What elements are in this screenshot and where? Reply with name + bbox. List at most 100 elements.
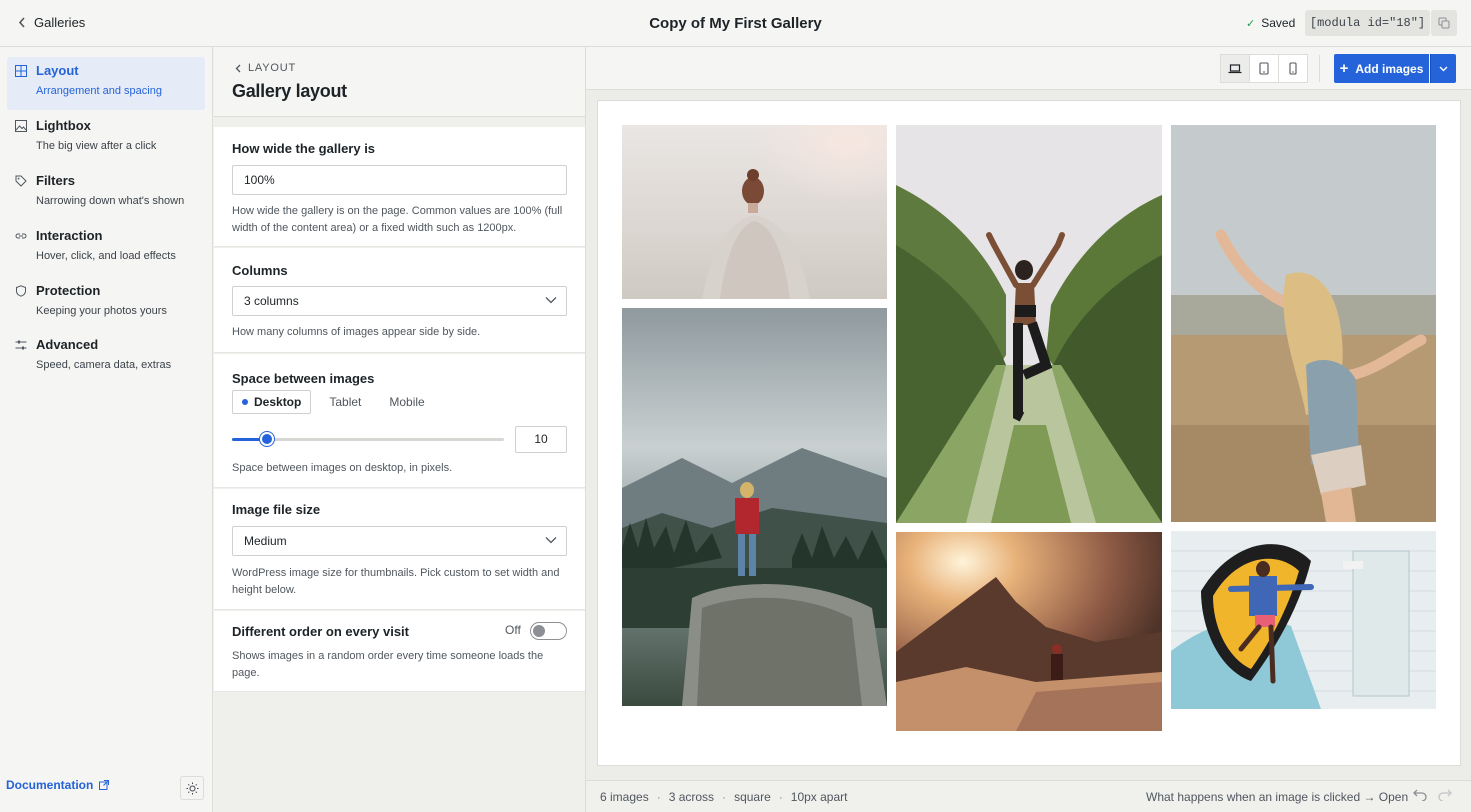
chevron-left-icon (235, 64, 241, 72)
settings-sidebar: Layout Arrangement and spacing Lightbox … (0, 47, 213, 812)
gallery-image[interactable] (622, 125, 887, 299)
sidebar-item-protection[interactable]: Protection Keeping your photos yours (7, 277, 205, 330)
stat-separator: · (656, 790, 661, 804)
width-input[interactable]: 100% (232, 165, 567, 195)
sidebar-item-desc: Narrowing down what's shown (36, 195, 185, 207)
chevron-down-icon (545, 297, 557, 304)
spacing-slider[interactable] (232, 432, 504, 446)
stat-separator: · (722, 790, 727, 804)
documentation-link[interactable]: Documentation (6, 778, 110, 792)
width-setting-card: How wide the gallery is 100% How wide th… (214, 127, 585, 247)
click-behavior-link[interactable]: What happens when an image is clicked → … (1146, 790, 1408, 804)
sidebar-item-label: Layout (36, 63, 79, 78)
shield-icon (16, 285, 26, 297)
preview-toolbar: + Add images (586, 47, 1471, 90)
columns-help: How many columns of images appear side b… (232, 326, 481, 338)
filesize-setting-card: Image file size Medium WordPress image s… (214, 489, 585, 610)
mural-jump-photo (1171, 531, 1436, 709)
theme-toggle-button[interactable] (180, 776, 204, 800)
spacing-number-input[interactable]: 10 (515, 426, 567, 453)
top-bar: Galleries Copy of My First Gallery ✓ Sav… (0, 0, 1471, 47)
toolbar-divider (1319, 55, 1320, 82)
breadcrumb[interactable]: LAYOUT (235, 62, 296, 74)
sidebar-item-filters[interactable]: Filters Narrowing down what's shown (7, 167, 205, 220)
back-label: Galleries (34, 15, 86, 30)
tablet-view-button[interactable] (1249, 54, 1279, 83)
tab-tablet[interactable]: Tablet (319, 390, 371, 414)
sidebar-item-lightbox[interactable]: Lightbox The big view after a click (7, 112, 205, 165)
gallery-stats: 6 images · 3 across · square · 10px apar… (600, 790, 847, 804)
laptop-icon (1228, 63, 1242, 73)
filesize-select[interactable]: Medium (232, 526, 567, 556)
spacing-label: Space between images (232, 371, 375, 386)
grid-icon (15, 65, 27, 77)
gallery-image[interactable] (896, 532, 1162, 731)
sidebar-item-desc: The big view after a click (36, 140, 157, 152)
sun-icon (186, 782, 198, 794)
stat-spacing: 10px apart (790, 790, 848, 804)
add-images-menu-button[interactable] (1430, 54, 1456, 83)
gallery-image[interactable] (896, 125, 1162, 523)
gallery-canvas (597, 100, 1461, 766)
sidebar-item-label: Protection (36, 283, 101, 298)
redo-icon (1438, 789, 1452, 802)
random-order-label: Different order on every visit (232, 624, 409, 639)
shortcode-field[interactable]: [modula id="18"] (1305, 10, 1430, 36)
chevron-down-icon (1439, 66, 1448, 71)
tab-mobile[interactable]: Mobile (379, 390, 434, 414)
filesize-value: Medium (244, 534, 287, 548)
copy-shortcode-button[interactable] (1431, 10, 1457, 36)
panel-header: LAYOUT Gallery layout (214, 47, 585, 117)
gallery-image[interactable] (1171, 531, 1436, 709)
width-label: How wide the gallery is (232, 141, 376, 156)
chevron-down-icon (545, 537, 557, 544)
sidebar-item-label: Lightbox (36, 118, 91, 133)
active-dot-icon (242, 399, 248, 405)
sidebar-item-desc: Keeping your photos yours (36, 305, 167, 317)
desktop-view-button[interactable] (1220, 54, 1250, 83)
image-icon (15, 120, 27, 132)
settings-panel: LAYOUT Gallery layout How wide the galle… (214, 47, 585, 812)
sunset-mountain-viewer-photo (896, 532, 1162, 731)
stat-image-count: 6 images (600, 790, 649, 804)
gallery-preview: + Add images 6 images · 3 across · squar… (585, 47, 1471, 812)
sidebar-item-desc: Arrangement and spacing (36, 85, 162, 97)
undo-button[interactable] (1413, 789, 1427, 804)
columns-select[interactable]: 3 columns (232, 286, 567, 316)
external-link-icon (99, 780, 110, 790)
sidebar-item-label: Filters (36, 173, 76, 188)
chevron-left-icon (18, 17, 25, 28)
breadcrumb-label: LAYOUT (248, 62, 296, 74)
redo-button[interactable] (1438, 789, 1452, 804)
mobile-view-button[interactable] (1278, 54, 1308, 83)
random-order-toggle[interactable] (530, 622, 567, 640)
toggle-state-label: Off (505, 623, 521, 637)
tab-label: Desktop (254, 395, 302, 409)
add-images-button[interactable]: + Add images (1334, 54, 1429, 83)
gallery-image[interactable] (1171, 125, 1436, 522)
yoga-pose-vineyard-photo (896, 125, 1162, 523)
woman-in-sweater-photo (622, 125, 887, 299)
back-to-galleries-link[interactable]: Galleries (18, 15, 85, 30)
sidebar-item-layout[interactable]: Layout Arrangement and spacing (7, 57, 205, 110)
sidebar-item-desc: Speed, camera data, extras (36, 359, 172, 371)
blonde-woman-arms-out-photo (1171, 125, 1436, 522)
random-order-card: Different order on every visit Shows ima… (214, 611, 585, 692)
gallery-image[interactable] (622, 308, 887, 706)
tab-desktop[interactable]: Desktop (232, 390, 312, 414)
columns-value: 3 columns (244, 294, 299, 308)
stat-columns: 3 across (668, 790, 715, 804)
filesize-help: WordPress image size for thumbnails. Pic… (232, 567, 560, 596)
sliders-icon (15, 340, 27, 350)
sidebar-item-advanced[interactable]: Advanced Speed, camera data, extras (7, 331, 205, 384)
tablet-icon (1259, 62, 1269, 75)
sidebar-item-interaction[interactable]: Interaction Hover, click, and load effec… (7, 222, 205, 275)
panel-title: Gallery layout (232, 81, 347, 101)
link-icon (15, 233, 27, 239)
stat-separator: · (778, 790, 783, 804)
random-order-help: Shows images in a random order every tim… (232, 650, 544, 679)
phone-icon (1289, 62, 1297, 75)
add-images-label: Add images (1355, 61, 1424, 76)
width-help: How wide the gallery is on the page. Com… (232, 205, 563, 234)
documentation-label: Documentation (6, 778, 94, 792)
